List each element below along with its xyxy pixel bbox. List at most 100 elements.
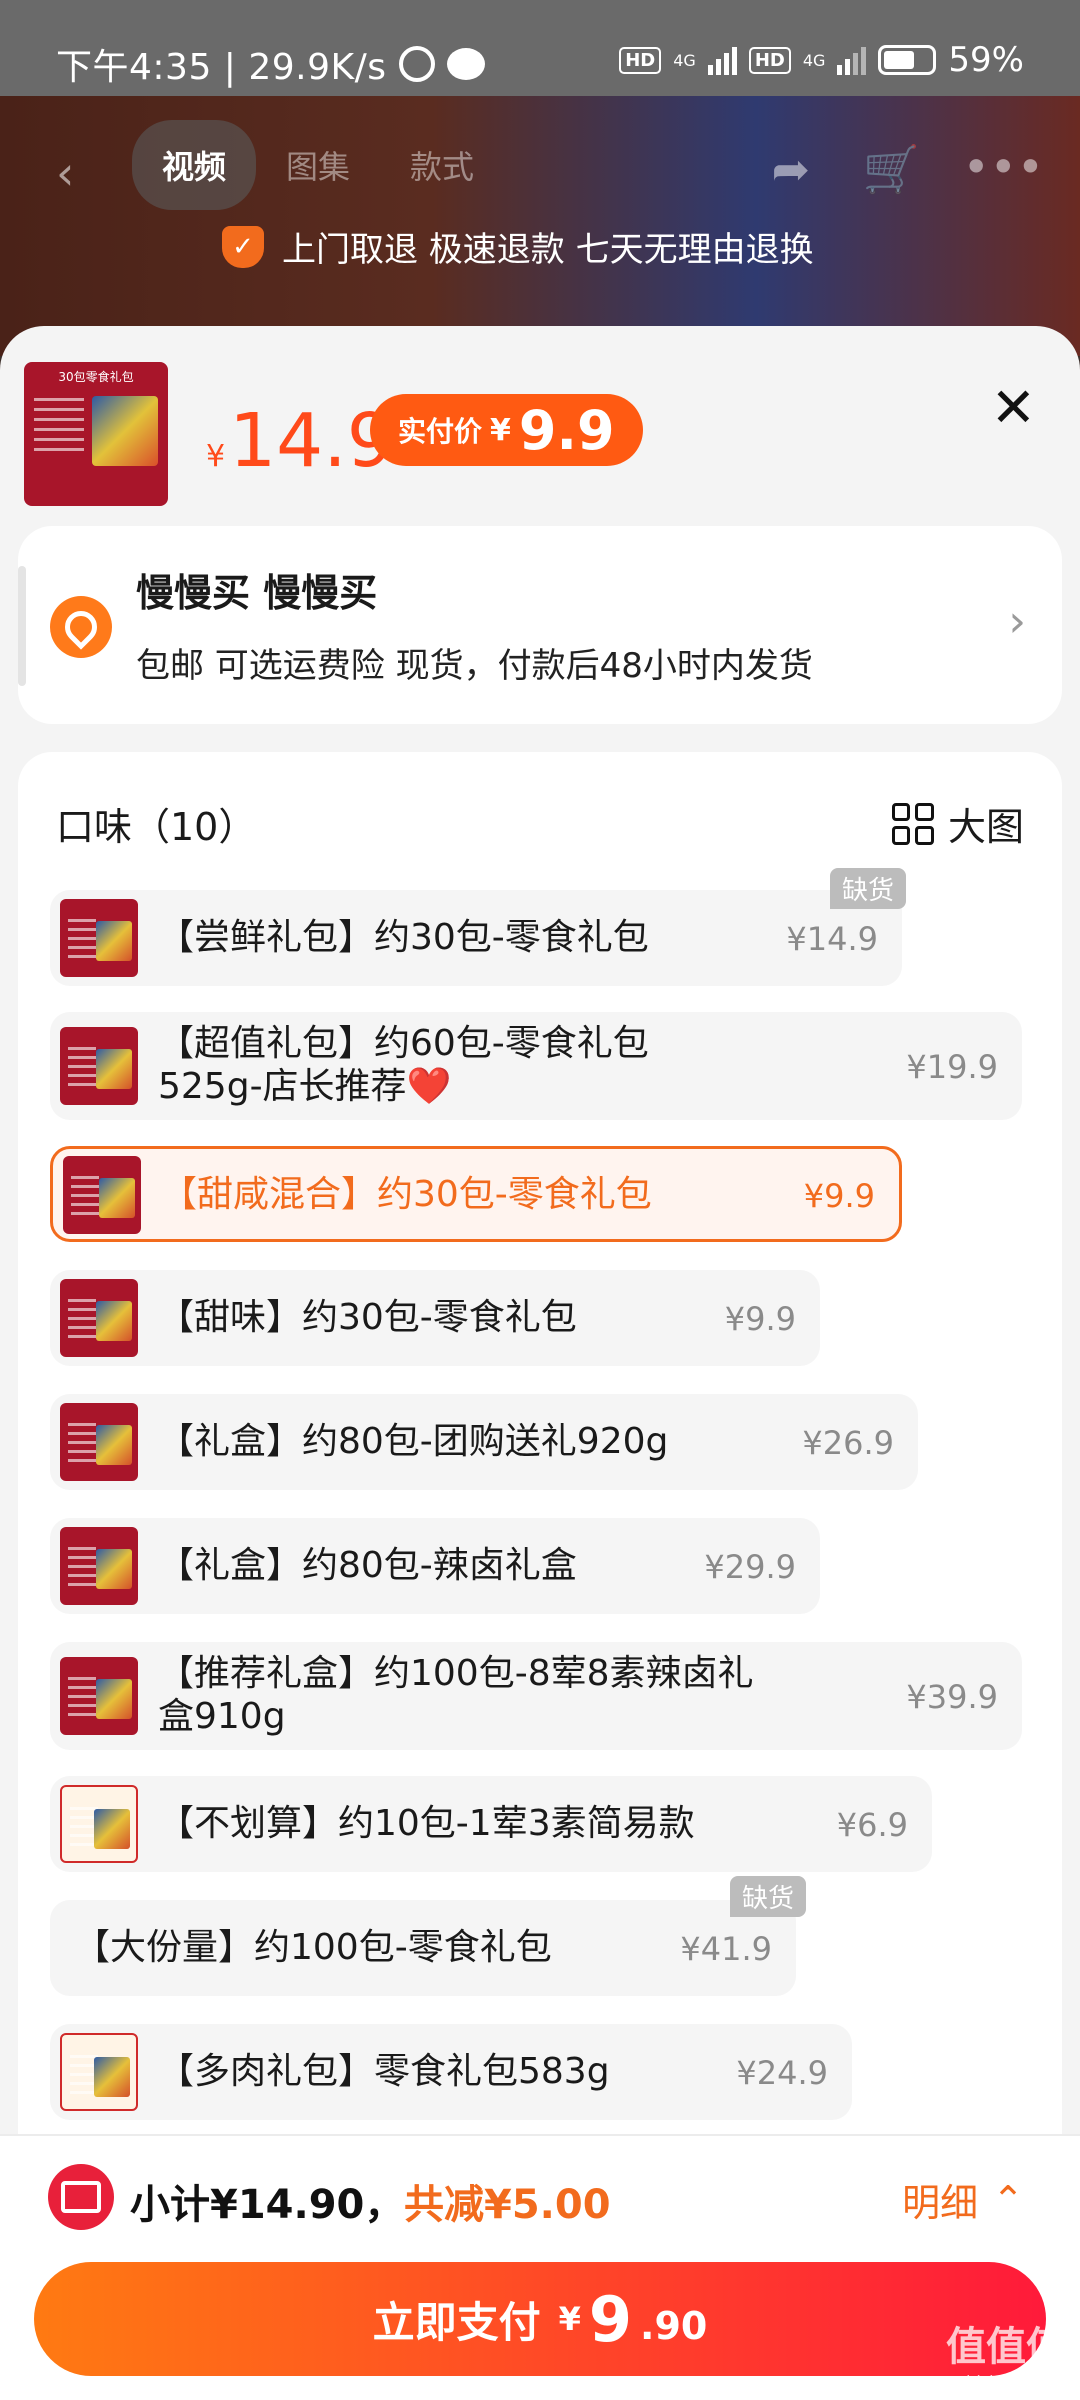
flavor-option[interactable]: 【甜味】约30包-零食礼包 ¥9.9	[50, 1270, 820, 1366]
option-thumbnail	[60, 2033, 138, 2111]
sku-selection-sheet: 30包零食礼包 ¥ 14.9 实付价 ¥ 9.9 ✕ 慢慢买 慢慢买 包邮 可选…	[0, 326, 1080, 2400]
detail-label: 明细	[902, 2181, 979, 2225]
watermark-sub: zhizhizhi.com	[957, 2372, 1066, 2391]
flavor-option[interactable]: 【推荐礼盒】约100包-8荤8素辣卤礼 盒910g ¥39.9	[50, 1642, 1022, 1750]
option-price: ¥26.9	[802, 1424, 894, 1462]
thumbnail-title: 30包零食礼包	[58, 370, 134, 384]
option-price: ¥14.9	[786, 920, 878, 958]
option-thumbnail	[60, 1657, 138, 1735]
wechat-icon	[446, 48, 485, 80]
alarm-icon	[398, 46, 435, 82]
flavor-header: 口味（10）	[56, 805, 257, 849]
option-label-line2: 525g-店长推荐❤️	[158, 1066, 452, 1107]
battery-icon	[878, 45, 937, 75]
more-icon[interactable]: •••	[963, 140, 1044, 194]
option-price: ¥41.9	[680, 1930, 772, 1968]
flavor-option[interactable]: 【尝鲜礼包】约30包-零食礼包 ¥14.9	[50, 890, 902, 986]
discount-text: 共减¥5.00	[404, 2182, 611, 2228]
option-label: 【超值礼包】约60包-零食礼包 525g-店长推荐❤️	[158, 1022, 649, 1108]
status-right: HD 4G HD 4G 59%	[619, 40, 1024, 80]
pay-amount-decimal: .90	[640, 2304, 708, 2348]
option-price: ¥39.9	[906, 1678, 998, 1716]
option-label-line1: 【推荐礼盒】约100包-8荤8素辣卤礼	[158, 1653, 754, 1694]
status-bar: 下午4:35 | 29.9K/s HD 4G HD 4G 59%	[0, 0, 1080, 96]
pay-now-label: 立即支付	[372, 2297, 541, 2347]
guarantee-text: 上门取退 极速退款 七天无理由退换	[282, 230, 814, 270]
flavor-option[interactable]: 【大份量】约100包-零食礼包 ¥41.9	[50, 1900, 796, 1996]
tab-video[interactable]: 视频	[132, 120, 257, 210]
address-card-edge	[18, 566, 26, 686]
thumbnail-list-graphic	[34, 398, 84, 458]
option-label: 【多肉礼包】零食礼包583g	[158, 2051, 610, 2092]
product-top-nav: ‹ 视频 图集 款式 ➦ 🛒 •••	[0, 96, 1080, 226]
tab-style[interactable]: 款式	[380, 120, 504, 210]
option-label: 【大份量】约100包-零食礼包	[74, 1927, 552, 1968]
option-price: ¥9.9	[803, 1177, 875, 1215]
subtotal-text: 小计¥14.90，	[130, 2182, 405, 2228]
option-price: ¥29.9	[704, 1548, 796, 1586]
chevron-right-icon: ›	[1008, 596, 1026, 647]
option-label: 【礼盒】约80包-团购送礼920g	[158, 1421, 669, 1462]
big-view-toggle[interactable]: 大图	[891, 796, 1024, 851]
signal-icon-2	[837, 45, 867, 75]
option-thumbnail	[60, 899, 138, 977]
status-time: 下午4:35 | 29.9K/s	[56, 47, 387, 88]
actual-price-badge: 实付价 ¥ 9.9	[370, 394, 643, 466]
price-detail-toggle[interactable]: 明细 ⌃	[902, 2172, 1024, 2227]
option-thumbnail	[60, 1785, 138, 1863]
service-guarantee: ✓ 上门取退 极速退款 七天无理由退换	[222, 222, 814, 271]
pay-now-button[interactable]: 立即支付 ¥ 9 .90	[34, 2262, 1046, 2376]
address-name: 慢慢买 慢慢买	[136, 571, 378, 615]
thumbnail-product-image	[92, 396, 158, 466]
hd-badge: HD	[619, 46, 662, 74]
option-label: 【礼盒】约80包-辣卤礼盒	[158, 1545, 577, 1586]
flavor-option[interactable]: 【超值礼包】约60包-零食礼包 525g-店长推荐❤️ ¥19.9	[50, 1012, 1022, 1120]
actual-price-value: 9.9	[518, 398, 615, 462]
flavor-option-selected[interactable]: 【甜咸混合】约30包-零食礼包 ¥9.9	[50, 1146, 902, 1242]
out-of-stock-badge: 缺货	[830, 868, 907, 909]
option-label: 【甜味】约30包-零食礼包	[158, 1297, 577, 1338]
shipping-info: 包邮 可选运费险 现货，付款后48小时内发货	[136, 646, 813, 686]
option-thumbnail	[63, 1156, 141, 1234]
address-card[interactable]: 慢慢买 慢慢买 包邮 可选运费险 现货，付款后48小时内发货 ›	[18, 526, 1062, 724]
option-label-line1: 【超值礼包】约60包-零食礼包	[158, 1023, 649, 1064]
option-price: ¥6.9	[836, 1806, 908, 1844]
hd-badge-2: HD	[748, 46, 791, 74]
flavor-option[interactable]: 【礼盒】约80包-团购送礼920g ¥26.9	[50, 1394, 918, 1490]
actual-price-label: 实付价	[398, 415, 483, 448]
grid-view-icon	[891, 802, 934, 845]
product-thumbnail[interactable]: 30包零食礼包	[24, 362, 168, 506]
site-watermark: 值值值 zhizhizhi.com	[946, 2314, 1066, 2391]
flavor-option[interactable]: 【多肉礼包】零食礼包583g ¥24.9	[50, 2024, 852, 2120]
coupon-icon	[48, 2164, 114, 2230]
tab-gallery[interactable]: 图集	[256, 120, 380, 210]
flavor-option[interactable]: 【礼盒】约80包-辣卤礼盒 ¥29.9	[50, 1518, 820, 1614]
cart-icon[interactable]: 🛒	[863, 142, 920, 197]
battery-level: 59%	[948, 40, 1024, 80]
option-label-line2: 盒910g	[158, 1696, 286, 1737]
flavor-option[interactable]: 【不划算】约10包-1荤3素简易款 ¥6.9	[50, 1776, 932, 1872]
option-price: ¥24.9	[736, 2054, 828, 2092]
signal-icon	[707, 45, 737, 75]
status-left: 下午4:35 | 29.9K/s	[56, 38, 485, 90]
product-price: ¥ 14.9	[206, 398, 394, 484]
location-pin-icon	[50, 596, 112, 658]
media-tabs: 视频 图集 款式	[132, 120, 504, 210]
option-thumbnail	[60, 1279, 138, 1357]
option-label: 【甜咸混合】约30包-零食礼包	[161, 1174, 652, 1215]
option-price: ¥19.9	[906, 1048, 998, 1086]
actual-price-currency: ¥	[490, 412, 511, 448]
watermark-text: 值值值	[946, 2324, 1066, 2370]
back-arrow-icon[interactable]: ‹	[56, 146, 74, 200]
close-icon[interactable]: ✕	[991, 376, 1036, 439]
price-value: 14.9	[229, 398, 394, 484]
checkout-bar: 小计¥14.90， 共减¥5.00 明细 ⌃ 立即支付 ¥ 9 .90	[0, 2134, 1080, 2400]
chevron-up-icon: ⌃	[992, 2177, 1024, 2222]
option-thumbnail	[60, 1027, 138, 1105]
option-thumbnail	[60, 1527, 138, 1605]
shield-check-icon: ✓	[222, 225, 264, 268]
option-label: 【不划算】约10包-1荤3素简易款	[158, 1803, 695, 1844]
share-icon[interactable]: ➦	[771, 142, 810, 196]
out-of-stock-badge: 缺货	[730, 1876, 807, 1917]
network-type: 4G	[673, 50, 696, 70]
